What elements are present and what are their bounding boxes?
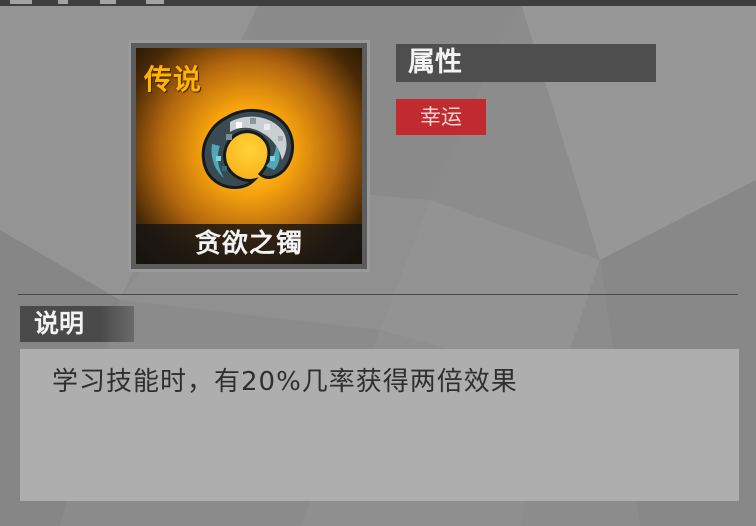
attributes-header: 属性 — [396, 44, 656, 82]
item-art: 传说 贪欲之镯 — [136, 48, 362, 264]
bracelet-icon — [201, 108, 294, 189]
item-card[interactable]: 传说 贪欲之镯 — [128, 40, 370, 272]
description-header: 说明 — [20, 306, 134, 342]
rarity-label: 传说 — [144, 63, 203, 96]
attribute-tag-luck: 幸运 — [396, 99, 486, 135]
section-divider — [18, 294, 738, 295]
top-strip — [0, 0, 756, 6]
description-text: 学习技能时，有20%几率获得两倍效果 — [52, 367, 518, 397]
description-panel: 学习技能时，有20%几率获得两倍效果 — [20, 349, 739, 501]
item-name: 贪欲之镯 — [136, 224, 362, 264]
